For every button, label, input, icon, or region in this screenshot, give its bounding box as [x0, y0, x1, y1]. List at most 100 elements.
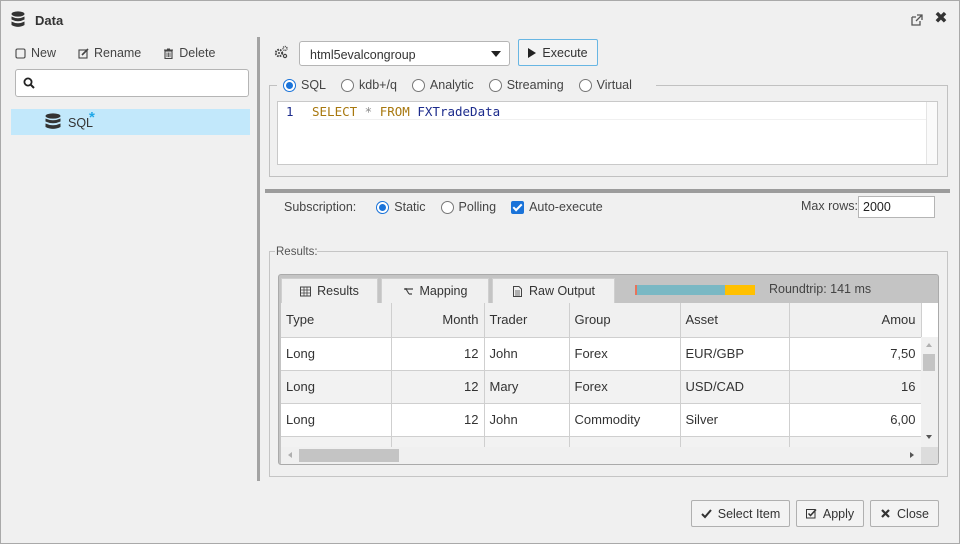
- scroll-up-icon[interactable]: [926, 343, 932, 347]
- scroll-left-icon[interactable]: [288, 452, 292, 458]
- tree-toolbar: New Rename Delete: [15, 45, 237, 61]
- close-button[interactable]: Close: [870, 500, 939, 527]
- table-cell: 12: [391, 403, 485, 437]
- results-tabs: Results Mapping Raw Output: [281, 278, 615, 303]
- tree-item-sql[interactable]: SQL *: [11, 109, 250, 135]
- tab-results[interactable]: Results: [281, 278, 378, 303]
- radio-circle: [578, 78, 592, 92]
- close-icon[interactable]: ✖: [934, 11, 948, 27]
- search-input[interactable]: [42, 73, 242, 93]
- editor-code[interactable]: SELECT * FROM FXTradeData: [312, 104, 500, 119]
- max-rows-input[interactable]: [858, 196, 935, 218]
- radio-label: kdb+/q: [359, 78, 397, 92]
- table-row[interactable]: Long 12 John Forex EUR/GBP 7,50: [281, 337, 922, 371]
- auto-execute-label: Auto-execute: [529, 200, 603, 214]
- database-icon: [11, 11, 25, 27]
- tree-search[interactable]: [15, 69, 249, 97]
- connection-value: html5evalcongroup: [310, 48, 416, 62]
- apply-button[interactable]: Apply: [796, 500, 864, 527]
- apply-label: Apply: [822, 506, 855, 521]
- edit-icon: [78, 47, 89, 59]
- checkbox-check-icon: [805, 508, 817, 519]
- rename-button[interactable]: Rename: [78, 45, 141, 61]
- table-row[interactable]: Long 12 Mary Forex USD/CAD 16: [281, 370, 922, 404]
- title-bar: Data ✖: [1, 1, 959, 39]
- results-panel: Results Mapping Raw Output Roundtrip: 14…: [278, 274, 939, 465]
- radio-circle: [341, 78, 355, 92]
- roundtrip-text: Roundtrip: 141 ms: [769, 282, 872, 296]
- scroll-thumb[interactable]: [923, 354, 935, 371]
- editor-gutter: 1: [278, 102, 308, 164]
- grid-vertical-scrollbar[interactable]: [921, 337, 938, 447]
- data-dialog: Data ✖ New Rename Delete SQL * html5eval…: [0, 0, 960, 544]
- checkmark-icon: [701, 509, 712, 519]
- select-item-label: Select Item: [717, 506, 781, 521]
- rename-label: Rename: [94, 46, 142, 60]
- table-cell: 12: [391, 337, 485, 371]
- radio-kdb[interactable]: kdb+/q: [341, 78, 397, 92]
- radio-label: Analytic: [429, 78, 474, 92]
- column-header[interactable]: Trader: [484, 303, 570, 338]
- radio-circle: [488, 78, 502, 92]
- tab-raw-output[interactable]: Raw Output: [492, 278, 615, 303]
- subscription-label: Subscription:: [284, 200, 357, 214]
- roundtrip-segment-render: [725, 285, 755, 295]
- new-label: New: [31, 46, 57, 60]
- roundtrip-bar: [635, 285, 755, 295]
- external-link-icon[interactable]: [911, 14, 923, 26]
- column-header[interactable]: Group: [569, 303, 681, 338]
- radio-polling[interactable]: Polling: [440, 200, 496, 214]
- table-cell: 6,00: [789, 403, 922, 437]
- tab-label: Results: [317, 284, 359, 298]
- mapping-icon: [403, 287, 413, 295]
- table-cell: Forex: [569, 337, 681, 371]
- gears-icon[interactable]: [274, 45, 288, 59]
- tab-label: Raw Output: [528, 284, 595, 298]
- results-legend: Results:: [276, 246, 318, 258]
- column-header[interactable]: Month: [391, 303, 485, 338]
- table-cell: Silver: [680, 403, 790, 437]
- delete-button[interactable]: Delete: [163, 45, 215, 61]
- grid-horizontal-scrollbar[interactable]: [281, 447, 921, 464]
- line-number: 1: [286, 104, 294, 119]
- connection-select[interactable]: html5evalcongroup: [299, 41, 510, 66]
- table-cell: Mary: [484, 370, 570, 404]
- table-cell: Forex: [569, 370, 681, 404]
- table-cell: John: [484, 337, 570, 371]
- select-item-button[interactable]: Select Item: [691, 500, 790, 527]
- radio-streaming[interactable]: Streaming: [488, 78, 564, 92]
- table-row[interactable]: Long 12 John Commodity Silver 6,00: [281, 403, 922, 437]
- execute-button[interactable]: Execute: [518, 39, 598, 66]
- horizontal-splitter[interactable]: [265, 189, 950, 193]
- tab-mapping[interactable]: Mapping: [381, 278, 489, 303]
- table-cell: USD/CAD: [680, 370, 790, 404]
- radio-label: Virtual: [596, 78, 632, 92]
- column-header[interactable]: Amou: [789, 303, 922, 338]
- radio-virtual[interactable]: Virtual: [578, 78, 632, 92]
- radio-static[interactable]: Static: [376, 200, 426, 214]
- radio-circle: [376, 200, 390, 214]
- modified-marker: *: [89, 109, 95, 126]
- close-x-icon: [881, 509, 890, 518]
- query-editor[interactable]: 1 SELECT * FROM FXTradeData: [277, 101, 938, 165]
- column-header[interactable]: Type: [281, 303, 392, 338]
- column-header[interactable]: Asset: [680, 303, 790, 338]
- radio-circle: [283, 78, 296, 92]
- new-square-icon: [15, 47, 26, 59]
- sql-keyword: SELECT: [312, 104, 358, 119]
- radio-sql[interactable]: SQL: [283, 78, 326, 92]
- header-row: Type Month Trader Group Asset Amou: [281, 303, 922, 338]
- editor-scrollbar[interactable]: [926, 102, 937, 164]
- close-label: Close: [897, 506, 929, 521]
- vertical-splitter[interactable]: [257, 37, 260, 481]
- window-title: Data: [35, 13, 64, 28]
- scroll-thumb[interactable]: [299, 449, 399, 462]
- auto-execute-checkbox[interactable]: Auto-execute: [511, 200, 603, 214]
- sql-identifier: FXTradeData: [409, 104, 501, 119]
- delete-label: Delete: [179, 46, 216, 60]
- table-cell: Long: [281, 370, 392, 404]
- scroll-right-icon[interactable]: [910, 452, 914, 458]
- radio-analytic[interactable]: Analytic: [411, 78, 474, 92]
- scroll-down-icon[interactable]: [926, 435, 932, 439]
- new-button[interactable]: New: [15, 45, 56, 61]
